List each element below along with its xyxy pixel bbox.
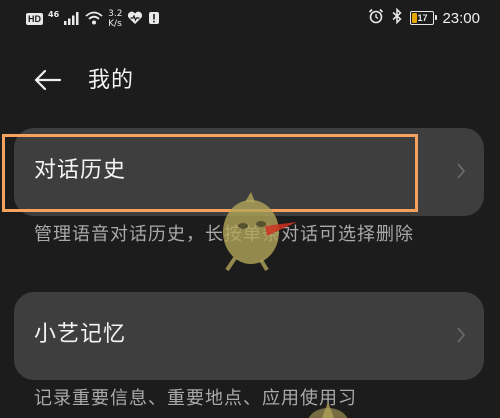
network-type-label: 46 — [48, 9, 60, 19]
alarm-clock-icon — [368, 8, 384, 28]
back-button[interactable] — [28, 62, 68, 94]
back-arrow-icon — [34, 69, 62, 91]
status-time: 23:00 — [442, 9, 480, 27]
page-title: 我的 — [88, 68, 135, 93]
dialog-history-description: 管理语音对话历史，长按单条对话可选择删除 — [34, 224, 414, 245]
bluetooth-icon — [392, 7, 403, 28]
speed-value: 3.2 — [108, 9, 123, 19]
dialog-history-card[interactable]: 对话历史 — [14, 128, 484, 216]
health-heart-icon — [127, 10, 143, 29]
network-speed: 3.2 K/s — [108, 9, 122, 29]
dialog-history-label: 对话历史 — [34, 158, 127, 183]
hd-badge: HD — [26, 13, 43, 25]
xiaoyi-memory-label: 小艺记忆 — [34, 322, 127, 347]
battery-level: 17 — [417, 13, 428, 23]
xiaoyi-memory-description: 记录重要信息、重要地点、应用使用习 — [34, 388, 357, 409]
xiaoyi-memory-card[interactable]: 小艺记忆 — [14, 292, 484, 380]
page-header: 我的 — [0, 56, 500, 100]
notification-alert-icon — [148, 10, 160, 29]
signal-icon — [64, 10, 80, 29]
speed-unit: K/s — [108, 19, 122, 29]
status-right: 17 23:00 — [368, 7, 480, 28]
wifi-icon — [85, 10, 103, 29]
chevron-right-icon — [457, 327, 466, 343]
status-left: HD 46 3.2 K/s — [26, 9, 160, 29]
battery-icon: 17 — [410, 11, 438, 25]
chevron-right-icon — [457, 163, 466, 179]
status-bar: HD 46 3.2 K/s 17 23:00 — [0, 0, 500, 38]
